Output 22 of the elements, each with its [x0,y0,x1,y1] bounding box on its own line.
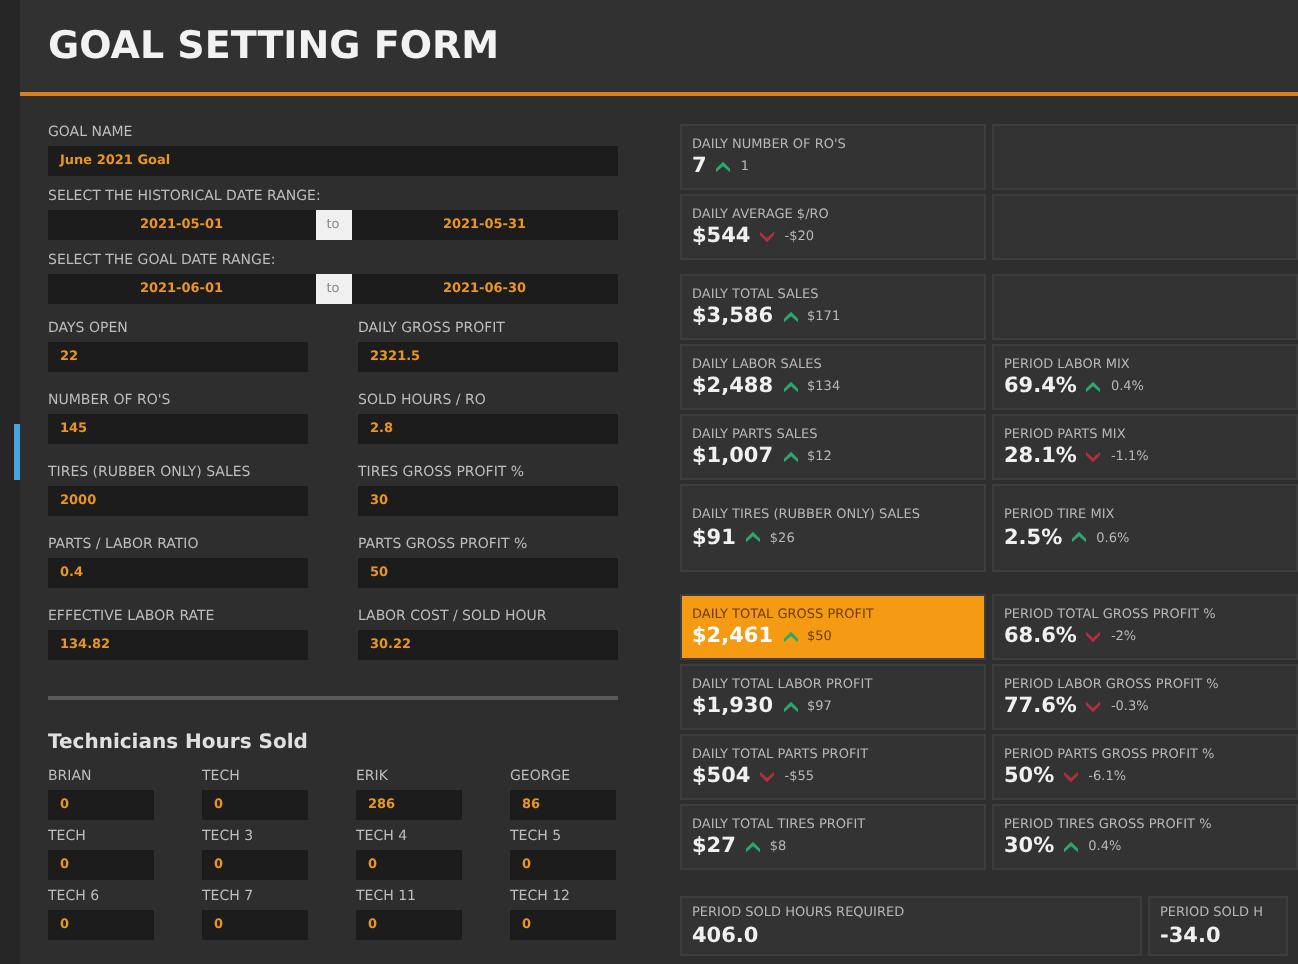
metric-value: $1,007 [692,444,774,469]
metric-value: 7 [692,154,707,179]
metric-value: 69.4% [1004,374,1077,399]
metric-value: $2,488 [692,374,774,399]
metric-value: $2,461 [692,624,774,649]
metric-value: 77.6% [1004,694,1077,719]
metric-value: 68.6% [1004,624,1077,649]
metric-value: $3,586 [692,304,774,329]
form-title: GOAL SETTING FORM [48,24,500,68]
metric-value: $91 [692,525,736,550]
metric-value: $27 [692,834,736,859]
metric-value: $544 [692,224,751,249]
metric-value: 30% [1004,834,1055,859]
metric-value: -34.0 [1160,923,1223,948]
metric-value: 28.1% [1004,444,1077,469]
section-title: Technicians Hours Sold [48,732,310,754]
metric-value: $504 [692,764,751,789]
metric-value: $1,930 [692,694,774,719]
metric-value: 50% [1004,764,1055,789]
metric-value: 406.0 [692,923,761,948]
side-indicator [14,424,20,480]
metric-value: 2.5% [1004,525,1063,550]
